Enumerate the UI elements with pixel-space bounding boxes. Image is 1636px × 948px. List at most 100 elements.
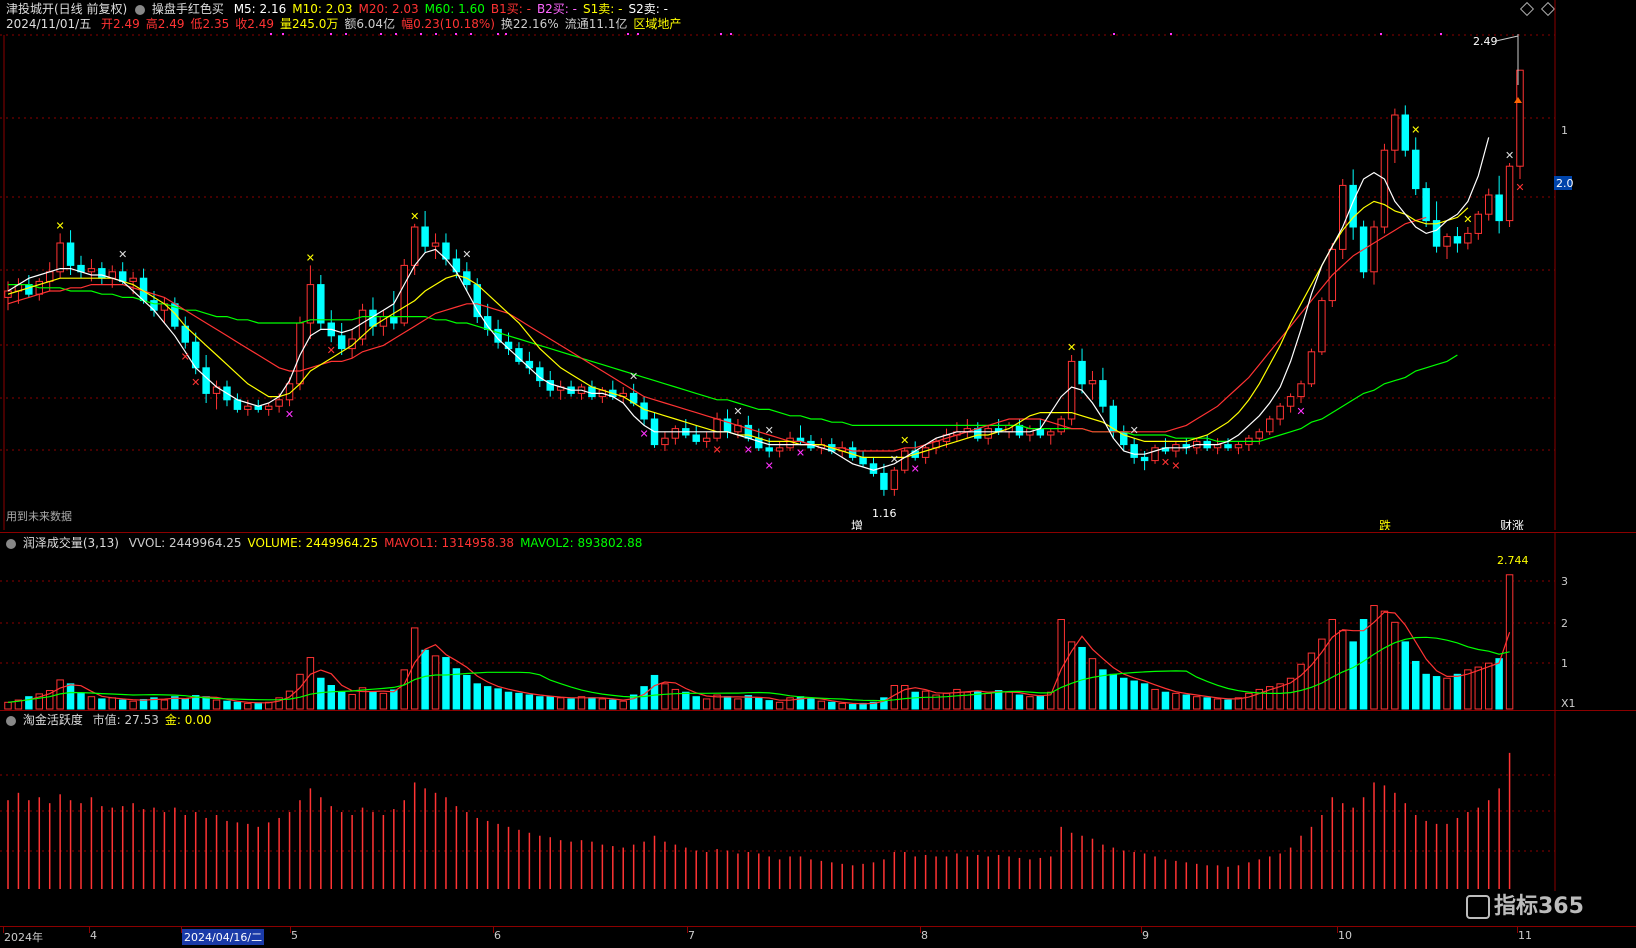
volume-bar-24 xyxy=(254,702,262,710)
candle-body-45 xyxy=(473,284,481,318)
x-axis-tick-0 xyxy=(3,927,4,933)
x-axis-label-8: 10 xyxy=(1338,929,1352,942)
volume-bar-132 xyxy=(1380,610,1389,710)
activity-chart[interactable] xyxy=(0,711,1636,891)
volume-bar-13 xyxy=(139,698,148,710)
candle-body-109 xyxy=(1140,456,1149,462)
volume-bar-99 xyxy=(1036,695,1045,710)
volume-bar-20 xyxy=(212,699,221,710)
candle-body-5 xyxy=(56,242,64,273)
candle-body-141 xyxy=(1474,213,1483,234)
mavol1-line xyxy=(7,611,1511,705)
candle-body-123 xyxy=(1286,396,1295,407)
volume-bar-7 xyxy=(77,692,85,710)
candle-body-81 xyxy=(848,447,857,458)
x-axis-label-3: 5 xyxy=(291,929,298,942)
candle-body-8 xyxy=(87,268,96,273)
magenta-buy-mark-3: ✕ xyxy=(765,459,774,472)
volume-bar-40 xyxy=(421,649,429,710)
volume-bar-124 xyxy=(1297,663,1305,710)
top-dot-18 xyxy=(1380,33,1382,35)
volume-bar-87 xyxy=(911,691,919,710)
volume-bar-23 xyxy=(244,702,252,710)
volume-bar-38 xyxy=(400,669,408,710)
candle-body-26 xyxy=(275,399,283,407)
volume-bar-134 xyxy=(1401,641,1410,710)
volume-bar-41 xyxy=(431,655,440,710)
volume-bar-72 xyxy=(755,697,763,710)
candle-body-29 xyxy=(306,284,315,324)
top-dot-11 xyxy=(505,33,507,35)
candle-body-132 xyxy=(1380,149,1389,228)
magenta-buy-mark-4: ✕ xyxy=(796,447,805,460)
red-buy-mark-0: ✕ xyxy=(181,351,190,364)
volume-bar-9 xyxy=(98,698,106,710)
volume-bar-74 xyxy=(775,701,784,710)
volume-bar-51 xyxy=(536,696,544,710)
yellow-sell-mark-0: ✕ xyxy=(56,219,65,232)
red-buy-mark-3: ✕ xyxy=(712,443,721,456)
volume-bar-111 xyxy=(1161,691,1170,710)
volume-bar-90 xyxy=(942,692,951,710)
volume-bar-48 xyxy=(504,691,513,710)
candle-body-139 xyxy=(1453,236,1462,244)
volume-bar-107 xyxy=(1120,677,1128,710)
candle-body-135 xyxy=(1411,149,1420,190)
red-buy-mark-6: ✕ xyxy=(1515,181,1524,194)
top-dot-12 xyxy=(627,33,629,35)
candle-body-82 xyxy=(859,456,867,465)
volume-bar-85 xyxy=(890,685,899,710)
candle-body-122 xyxy=(1276,405,1284,420)
magenta-buy-mark-6: ✕ xyxy=(1296,405,1305,418)
red-buy-mark-5: ✕ xyxy=(1171,459,1180,472)
candle-body-50 xyxy=(525,360,534,369)
x-axis-tick-2 xyxy=(181,927,182,933)
volume-bar-98 xyxy=(1026,696,1034,710)
yellow-sell-mark-6: ✕ xyxy=(1463,213,1472,226)
candle-body-75 xyxy=(786,437,794,449)
candle-body-28 xyxy=(296,322,304,385)
candle-body-9 xyxy=(98,268,106,279)
top-dot-8 xyxy=(455,33,457,35)
top-dot-15 xyxy=(730,33,732,35)
volume-bar-49 xyxy=(515,692,523,710)
volume-bar-94 xyxy=(984,692,992,710)
x-axis-tick-3 xyxy=(290,927,291,933)
marker-caizhang: 财涨 xyxy=(1500,518,1524,530)
candle-body-84 xyxy=(880,472,888,490)
x-axis-label-1: 4 xyxy=(90,929,97,942)
volume-bar-56 xyxy=(588,697,596,710)
volume-bar-141 xyxy=(1474,666,1483,710)
white-sell-mark-2: ✕ xyxy=(629,370,638,383)
volume-bar-80 xyxy=(838,702,846,710)
volume-bar-133 xyxy=(1391,621,1399,710)
volume-bar-59 xyxy=(619,700,627,710)
vol-axis-label-0: 3 xyxy=(1561,575,1568,588)
vol-axis-label-1: 2 xyxy=(1561,617,1568,630)
candlestick-chart[interactable]: ✕✕✕✕✕✕✕✕ ✕✕✕✕✕✕✕✕✕✕✕✕ ✕✕✕✕✕✕✕✕✕2.491.16增跌财… xyxy=(0,0,1636,530)
volume-chart[interactable]: 3 2 1 X1 xyxy=(0,533,1636,713)
volume-bar-15 xyxy=(160,699,169,710)
candle-body-12 xyxy=(129,277,137,282)
volume-bar-58 xyxy=(609,699,617,710)
volume-bar-113 xyxy=(1182,694,1191,710)
candle-body-137 xyxy=(1432,220,1441,247)
x-axis-tick-1 xyxy=(89,927,90,933)
volume-bar-21 xyxy=(223,700,231,710)
yellow-sell-mark-2: ✕ xyxy=(410,210,419,223)
candle-body-126 xyxy=(1318,300,1326,353)
candle-body-121 xyxy=(1266,418,1274,433)
volume-bar-115 xyxy=(1203,697,1211,710)
volume-bar-6 xyxy=(66,683,75,710)
candle-body-25 xyxy=(264,405,273,410)
volume-bar-129 xyxy=(1349,641,1357,710)
volume-bar-108 xyxy=(1130,680,1138,710)
volume-bar-17 xyxy=(181,698,190,710)
volume-bar-67 xyxy=(702,698,711,710)
red-buy-mark-4: ✕ xyxy=(1161,456,1170,469)
white-sell-mark-3: ✕ xyxy=(733,405,742,418)
volume-bar-116 xyxy=(1213,698,1222,710)
volume-bar-33 xyxy=(348,693,356,710)
volume-bar-96 xyxy=(1005,691,1013,710)
candle-body-61 xyxy=(640,402,648,420)
